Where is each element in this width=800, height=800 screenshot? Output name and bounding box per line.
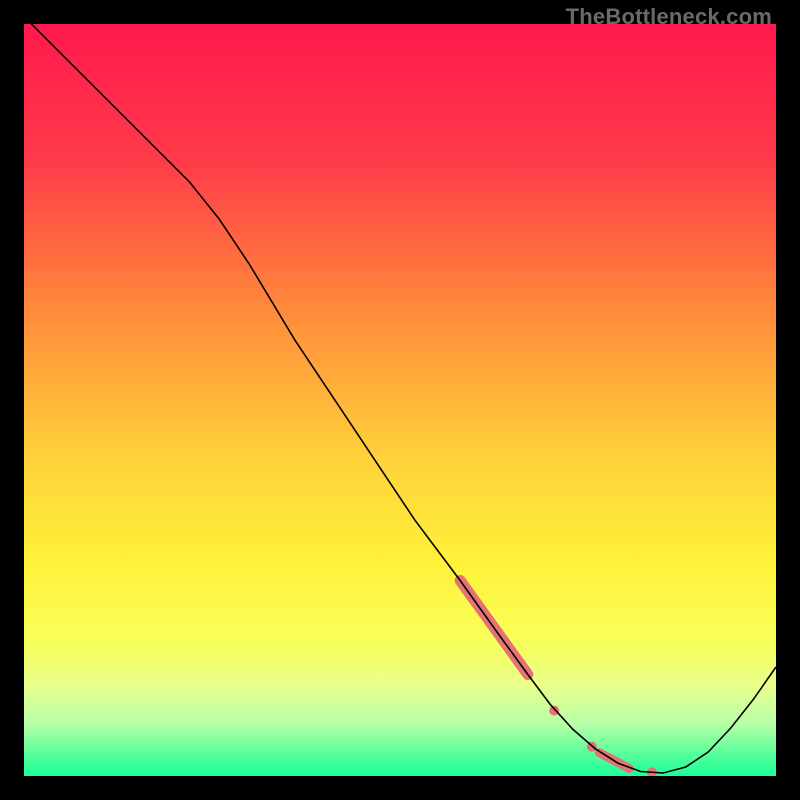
chart-container: TheBottleneck.com [0,0,800,800]
curve-layer [24,24,776,776]
plot-area [24,24,776,776]
markers-group [460,580,657,776]
main-curve-path [24,24,776,773]
dot-mid [549,706,559,716]
